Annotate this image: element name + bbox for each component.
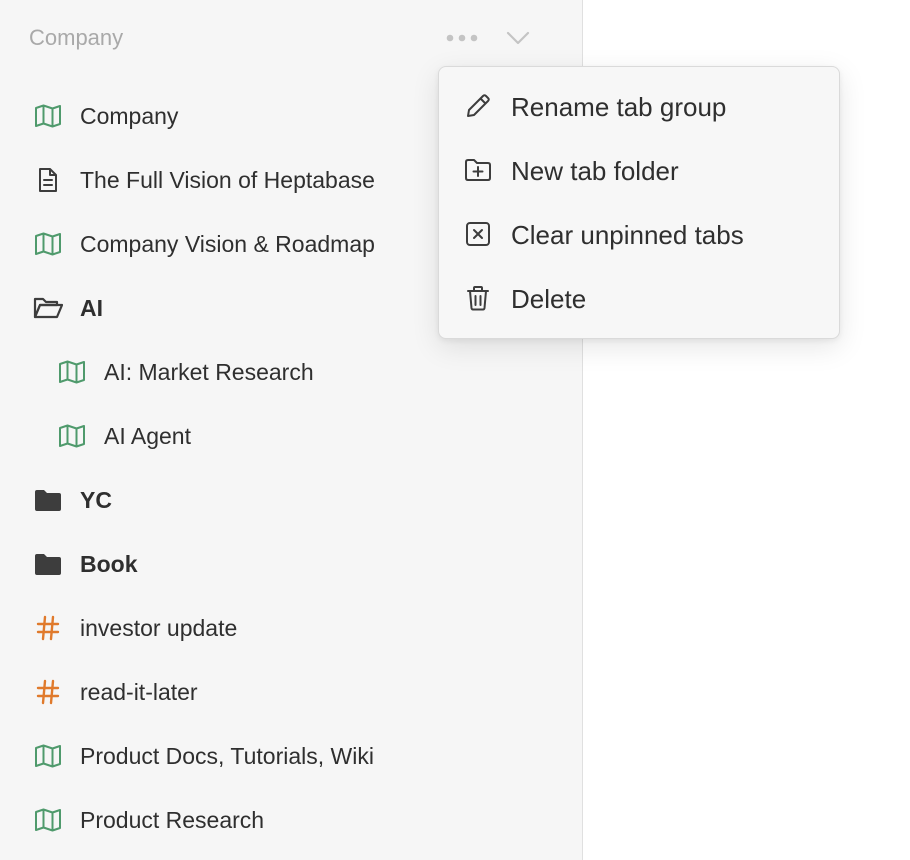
rename-tab-group-menu-item[interactable]: Rename tab group — [439, 77, 839, 135]
chevron-down-icon — [506, 31, 530, 45]
tab-folder[interactable]: YC — [0, 468, 582, 532]
pencil-icon — [463, 91, 493, 121]
whiteboard-map-icon — [57, 421, 87, 451]
folder-open-icon — [33, 293, 63, 323]
tab-item[interactable]: Product Docs, Tutorials, Wiki — [0, 724, 582, 788]
tab-item[interactable]: AI Agent — [0, 404, 582, 468]
hash-tag-icon — [33, 613, 63, 643]
tab-item[interactable]: Product Research — [0, 788, 582, 852]
trash-icon — [463, 283, 493, 313]
x-square-icon — [463, 219, 493, 249]
whiteboard-map-icon — [57, 357, 87, 387]
tab-item-label: Product Research — [80, 806, 265, 833]
document-icon — [33, 165, 63, 195]
tab-item-label: AI Agent — [104, 422, 191, 449]
whiteboard-map-icon — [33, 741, 63, 771]
tab-group-header: Company — [0, 0, 582, 76]
whiteboard-map-icon — [33, 229, 63, 259]
tab-item[interactable]: read-it-later — [0, 660, 582, 724]
folder-plus-icon — [463, 155, 493, 185]
tab-item-label: read-it-later — [80, 678, 198, 705]
more-horizontal-icon — [446, 34, 478, 42]
tab-item-label: Company — [80, 102, 179, 129]
tab-folder-label: YC — [80, 486, 112, 513]
tab-folder-label: Book — [80, 550, 138, 577]
whiteboard-map-icon — [33, 805, 63, 835]
folder-icon — [33, 549, 63, 579]
tab-group-title[interactable]: Company — [29, 25, 123, 51]
hash-tag-icon — [33, 677, 63, 707]
clear-unpinned-tabs-menu-item[interactable]: Clear unpinned tabs — [439, 205, 839, 263]
collapse-group-button[interactable] — [503, 25, 533, 51]
new-tab-folder-menu-item[interactable]: New tab folder — [439, 141, 839, 199]
whiteboard-map-icon — [33, 101, 63, 131]
tab-item-label: The Full Vision of Heptabase — [80, 166, 375, 193]
tab-item[interactable]: investor update — [0, 596, 582, 660]
menu-item-label: Delete — [511, 284, 587, 314]
tab-item-label: Company Vision & Roadmap — [80, 230, 375, 257]
menu-item-label: New tab folder — [511, 156, 679, 186]
delete-menu-item[interactable]: Delete — [439, 269, 839, 327]
tab-item-label: Product Docs, Tutorials, Wiki — [80, 742, 374, 769]
menu-item-label: Rename tab group — [511, 92, 727, 122]
tab-item-label: investor update — [80, 614, 238, 641]
tab-item[interactable]: AI: Market Research — [0, 340, 582, 404]
tab-item-label: AI: Market Research — [104, 358, 314, 385]
tab-group-context-menu: Rename tab group New tab folder Clear un… — [438, 66, 840, 339]
folder-icon — [33, 485, 63, 515]
tab-folder[interactable]: Book — [0, 532, 582, 596]
menu-item-label: Clear unpinned tabs — [511, 220, 744, 250]
more-options-button[interactable] — [444, 28, 480, 48]
tab-folder-label: AI — [80, 294, 103, 321]
